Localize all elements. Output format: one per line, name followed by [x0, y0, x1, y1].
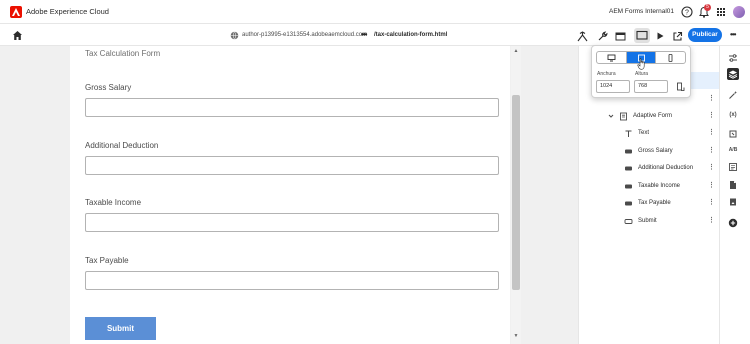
- tree-item-menu[interactable]: ⋮: [708, 216, 715, 224]
- wrench-icon[interactable]: [595, 29, 609, 43]
- width-label: Anchura: [597, 71, 616, 77]
- tree-item-menu[interactable]: ⋮: [708, 181, 715, 189]
- add-component-icon[interactable]: [727, 217, 739, 229]
- height-input[interactable]: 768: [634, 80, 668, 93]
- svg-text:?: ?: [685, 10, 689, 17]
- app-title[interactable]: Adobe Experience Cloud: [26, 7, 109, 16]
- tree-item-label: Tax Payable: [638, 200, 671, 206]
- text-icon: [623, 128, 633, 138]
- form-title: Tax Calculation Form: [85, 49, 161, 58]
- tree-item-adaptive-form[interactable]: Adaptive Form: [608, 109, 672, 123]
- submit-button[interactable]: Submit: [85, 317, 156, 340]
- tree-item-menu[interactable]: ⋮: [708, 198, 715, 206]
- tree-item-label: Submit: [638, 218, 657, 224]
- number-field-icon: [623, 181, 633, 191]
- additional-deduction-label: Additional Deduction: [85, 141, 159, 150]
- globe-icon: [230, 31, 239, 40]
- preview-panel-icon[interactable]: [613, 29, 627, 43]
- page-path: /tax-calculation-form.html: [374, 32, 448, 38]
- properties-sliders-icon[interactable]: [727, 52, 739, 64]
- open-external-icon[interactable]: [670, 29, 684, 43]
- publish-button[interactable]: Publicar: [688, 28, 722, 42]
- tree-item-label: Taxable Income: [638, 183, 681, 189]
- number-field-icon: [623, 163, 633, 173]
- author-host: author-p13995-e1313554.adobeaemcloud.com: [242, 32, 368, 38]
- mouse-cursor-icon: [637, 58, 646, 70]
- scrollbar-thumb[interactable]: [512, 95, 520, 290]
- data-source-icon[interactable]: [727, 128, 739, 140]
- document-icon[interactable]: [727, 179, 739, 191]
- tree-item-gross-salary[interactable]: Gross Salary: [623, 144, 673, 158]
- mobile-device-button[interactable]: [655, 52, 685, 63]
- tree-item-label: Text: [638, 130, 650, 136]
- mobile-icon: [666, 53, 675, 62]
- number-field-icon: [623, 146, 633, 156]
- layers-icon[interactable]: [727, 68, 739, 80]
- play-icon[interactable]: [653, 29, 667, 43]
- home-icon[interactable]: [12, 30, 23, 41]
- tree-item-label: Additional Deduction: [638, 165, 694, 171]
- tax-payable-label: Tax Payable: [85, 256, 129, 265]
- tree-item-label: Gross Salary: [638, 148, 673, 154]
- chevron-down-icon[interactable]: [608, 111, 614, 121]
- form-page: [70, 46, 510, 344]
- scroll-up-arrow-icon[interactable]: ▲: [512, 48, 520, 54]
- taxable-income-input[interactable]: [85, 213, 499, 232]
- user-avatar[interactable]: [733, 6, 745, 18]
- tax-payable-input[interactable]: [85, 271, 499, 290]
- tree-item-menu[interactable]: ⋮: [708, 146, 715, 154]
- tree-item-text[interactable]: Text: [623, 126, 649, 140]
- path-more-button[interactable]: •••: [361, 30, 367, 39]
- tree-item-menu[interactable]: ⋮: [708, 163, 715, 171]
- desktop-device-button[interactable]: [597, 52, 626, 63]
- number-field-icon: [623, 198, 633, 208]
- ab-testing-icon[interactable]: A/B: [727, 144, 739, 156]
- height-label: Altura: [635, 71, 649, 77]
- form-icon: [618, 111, 628, 121]
- scroll-down-arrow-icon[interactable]: ▼: [512, 333, 520, 339]
- tree-item-tax-payable[interactable]: Tax Payable: [623, 196, 671, 210]
- form-rules-icon[interactable]: [727, 161, 739, 173]
- adobe-logo[interactable]: [10, 6, 22, 18]
- tree-item-submit[interactable]: Submit: [623, 214, 657, 228]
- apps-grid-icon[interactable]: [714, 5, 728, 19]
- tree-item-additional-deduction[interactable]: Additional Deduction: [623, 161, 693, 175]
- button-icon: [623, 216, 633, 226]
- help-icon[interactable]: ?: [680, 5, 694, 19]
- variables-icon[interactable]: (x): [727, 109, 739, 121]
- emulator-button[interactable]: [634, 28, 650, 43]
- rotate-device-icon[interactable]: [676, 82, 685, 92]
- tree-item-menu[interactable]: ⋮: [708, 111, 715, 119]
- tree-item-menu[interactable]: ⋮: [708, 128, 715, 136]
- taxable-income-label: Taxable Income: [85, 198, 142, 207]
- tree-item-menu[interactable]: ⋮: [708, 94, 715, 102]
- tree-item-taxable-income[interactable]: Taxable Income: [623, 179, 680, 193]
- width-input[interactable]: 1024: [596, 80, 630, 93]
- tree-item-label: Adaptive Form: [633, 113, 673, 119]
- branch-icon[interactable]: [575, 29, 589, 43]
- gross-salary-label: Gross Salary: [85, 83, 132, 92]
- org-switcher[interactable]: AEM Forms Internal01: [609, 8, 674, 15]
- additional-deduction-input[interactable]: [85, 156, 499, 175]
- gross-salary-input[interactable]: [85, 98, 499, 117]
- desktop-icon: [607, 54, 616, 62]
- more-actions-button[interactable]: •••: [730, 30, 736, 39]
- notification-badge: 5: [704, 4, 711, 11]
- assets-icon[interactable]: [727, 196, 739, 208]
- magic-wand-icon[interactable]: [727, 89, 739, 101]
